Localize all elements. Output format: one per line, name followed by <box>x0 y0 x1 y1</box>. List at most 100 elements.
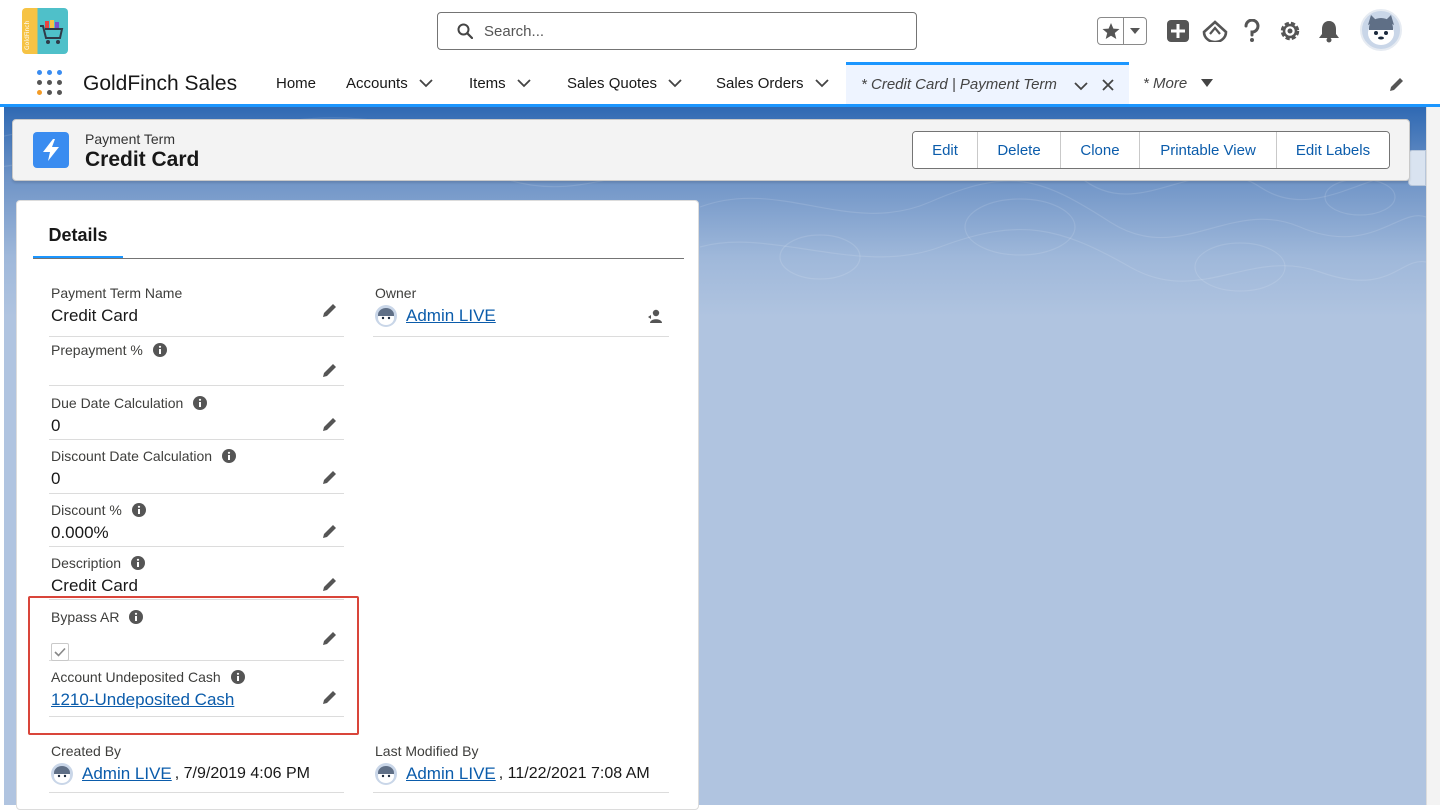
logo-text: GoldFinch <box>24 20 31 50</box>
created-date: , 7/9/2019 4:06 PM <box>174 765 310 782</box>
field-label: Prepayment % <box>51 342 167 358</box>
question-mark-icon <box>1244 19 1260 42</box>
edit-labels-button[interactable]: Edit Labels <box>1277 132 1389 168</box>
info-icon[interactable] <box>129 610 144 624</box>
pencil-icon[interactable] <box>322 523 338 539</box>
chevron-down-icon[interactable] <box>517 76 531 90</box>
field-due-date-calculation: Due Date Calculation 0 <box>49 393 344 440</box>
nav-item-accounts[interactable]: Accounts <box>346 62 433 104</box>
pencil-icon[interactable] <box>322 630 338 646</box>
last-modified-by-link[interactable]: Admin LIVE <box>406 764 496 784</box>
help-button[interactable] <box>1239 17 1265 45</box>
chevron-down-icon[interactable] <box>1074 79 1088 93</box>
owner-value: Admin LIVE <box>375 305 496 327</box>
page-scrollbar[interactable] <box>1426 107 1440 805</box>
info-icon[interactable] <box>131 503 146 517</box>
user-avatar-small <box>51 763 73 785</box>
nav-item-sales-orders[interactable]: Sales Orders <box>716 62 829 104</box>
tab-credit-card-payment-term[interactable]: * Credit Card | Payment Term <box>846 62 1129 104</box>
chevron-down-icon[interactable] <box>668 76 682 90</box>
field-label: Owner <box>375 285 417 301</box>
astro-avatar-icon <box>378 766 394 783</box>
bypass-ar-checkbox[interactable] <box>51 643 69 661</box>
favorites-button-group <box>1097 17 1147 45</box>
info-icon[interactable] <box>193 396 208 410</box>
created-by-link[interactable]: Admin LIVE <box>82 764 172 784</box>
notifications-button[interactable] <box>1316 17 1342 45</box>
caret-down-icon <box>1201 79 1214 87</box>
record-header: Payment Term Credit Card Edit Delete Clo… <box>12 119 1410 181</box>
field-discount-date-calculation: Discount Date Calculation 0 <box>49 446 344 494</box>
nav-item-sales-quotes[interactable]: Sales Quotes <box>567 62 682 104</box>
chevron-down-icon[interactable] <box>814 76 829 90</box>
pencil-icon[interactable] <box>322 302 338 318</box>
clone-button[interactable]: Clone <box>1061 132 1140 168</box>
field-label: Last Modified By <box>375 743 479 759</box>
field-created-by: Created By Admin LIVE , 7/9/2019 4:06 PM <box>49 741 344 793</box>
pencil-icon[interactable] <box>322 689 338 705</box>
delete-button[interactable]: Delete <box>978 132 1061 168</box>
pencil-icon[interactable] <box>322 576 338 592</box>
user-avatar-small <box>375 305 397 327</box>
owner-link[interactable]: Admin LIVE <box>406 306 496 326</box>
info-icon[interactable] <box>222 449 237 463</box>
change-owner-icon[interactable] <box>647 308 663 324</box>
edit-button[interactable]: Edit <box>913 132 978 168</box>
field-owner: Owner Admin LIVE <box>373 283 669 337</box>
shopping-cart-icon <box>40 20 64 44</box>
setup-button[interactable] <box>1277 17 1303 45</box>
last-modified-value: Admin LIVE , 11/22/2021 7:08 AM <box>375 763 650 785</box>
global-create-button[interactable] <box>1165 17 1191 45</box>
field-prepayment: Prepayment % <box>49 340 344 386</box>
trailhead-icon <box>1202 20 1228 42</box>
record-type-label: Payment Term <box>85 131 175 147</box>
info-icon[interactable] <box>230 670 245 684</box>
field-label: Discount % <box>51 502 146 518</box>
nav-more-menu[interactable]: * More <box>1143 62 1214 104</box>
nav-item-home[interactable]: Home <box>276 62 316 104</box>
nav-item-label: Home <box>276 74 317 92</box>
field-label: Bypass AR <box>51 609 144 625</box>
app-launcher-button[interactable] <box>37 70 63 96</box>
trailhead-button[interactable] <box>1202 17 1228 45</box>
tab-details[interactable]: Details <box>33 223 123 259</box>
info-icon[interactable] <box>131 556 146 570</box>
field-description: Description Credit Card <box>49 553 344 600</box>
nav-item-label: Items <box>469 74 506 92</box>
astro-avatar-icon <box>1368 15 1394 45</box>
nav-item-label: Sales Quotes <box>567 74 658 92</box>
field-value: Credit Card <box>51 306 138 325</box>
global-search[interactable] <box>437 12 917 50</box>
field-label: Description <box>51 555 146 571</box>
pencil-icon[interactable] <box>322 362 338 378</box>
star-icon <box>1102 23 1119 39</box>
tab-label: * Credit Card | Payment Term <box>861 76 1057 93</box>
search-input[interactable] <box>482 16 902 46</box>
edit-nav-pencil-icon[interactable] <box>1388 76 1405 93</box>
astro-avatar-icon <box>378 308 394 325</box>
pencil-icon[interactable] <box>322 416 338 432</box>
record-icon <box>33 132 69 168</box>
close-icon[interactable] <box>1101 78 1115 92</box>
field-payment-term-name: Payment Term Name Credit Card <box>49 283 344 337</box>
app-logo[interactable]: GoldFinch <box>22 8 68 54</box>
chevron-down-icon[interactable] <box>419 76 433 90</box>
nav-item-items[interactable]: Items <box>469 62 531 104</box>
user-avatar[interactable] <box>1360 9 1402 51</box>
field-label: Account Undeposited Cash <box>51 669 245 685</box>
gear-icon <box>1280 21 1300 41</box>
astro-avatar-icon <box>54 766 70 783</box>
app-name: GoldFinch Sales <box>83 72 238 95</box>
favorite-star-button[interactable] <box>1098 18 1124 44</box>
printable-view-button[interactable]: Printable View <box>1140 132 1277 168</box>
pencil-icon[interactable] <box>322 469 338 485</box>
checkmark-icon <box>54 647 66 657</box>
field-label: Due Date Calculation <box>51 395 208 411</box>
account-undeposited-cash-link[interactable]: 1210-Undeposited Cash <box>51 690 234 710</box>
field-bypass-ar: Bypass AR <box>49 607 344 661</box>
field-label: Payment Term Name <box>51 285 183 301</box>
info-icon[interactable] <box>152 343 167 357</box>
bell-icon <box>1319 21 1339 43</box>
split-view-handle[interactable] <box>1408 150 1426 186</box>
favorites-menu-button[interactable] <box>1124 18 1146 44</box>
